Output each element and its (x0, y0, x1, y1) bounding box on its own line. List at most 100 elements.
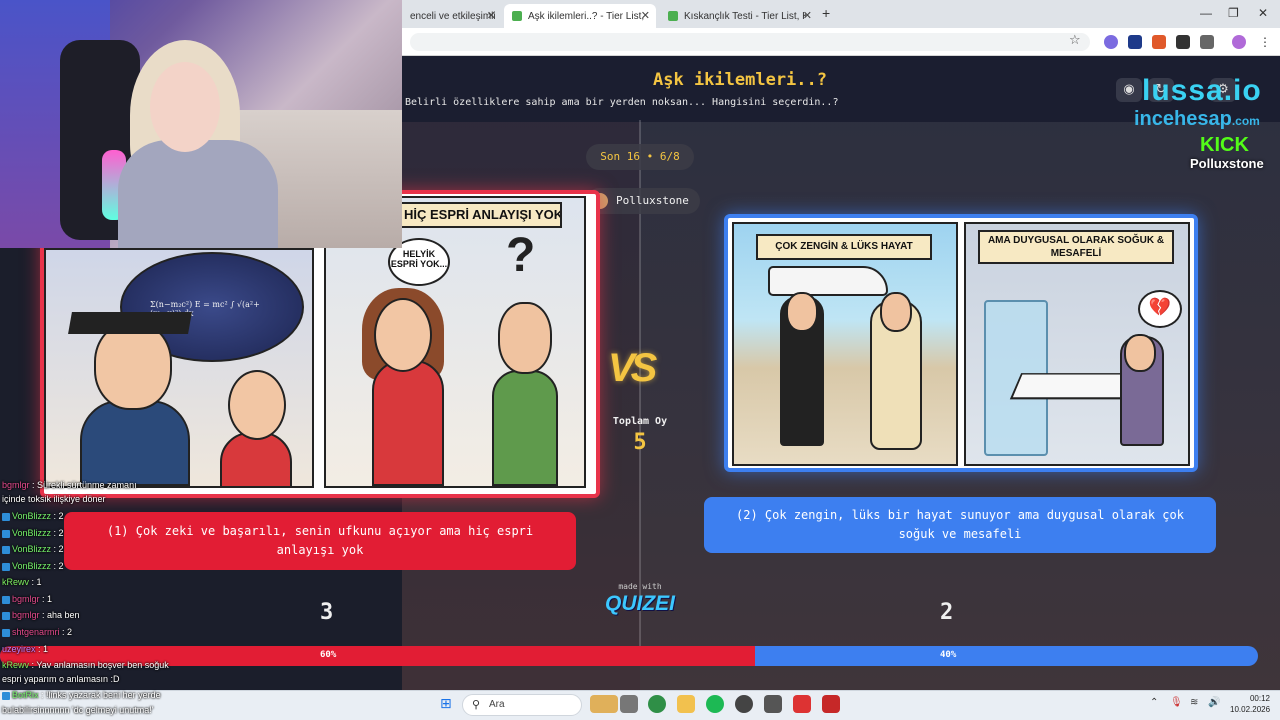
woman-figure-body (372, 360, 444, 486)
chat-line: espri yaparım o anlamasın :D (2, 674, 120, 684)
spotify-icon[interactable] (706, 695, 724, 713)
chat-line: bgmlgr : aha ben (2, 610, 80, 620)
kick-logo: KICK (1200, 134, 1249, 156)
eye-icon[interactable]: ◉ (1116, 78, 1142, 102)
search-icon: ⚲ (472, 698, 481, 711)
yacht-icon (768, 266, 888, 296)
total-votes-label: Toplam Oy (612, 416, 668, 427)
graduation-cap-icon (68, 312, 192, 334)
card-right-banner-1: ÇOK ZENGİN & LÜKS HAYAT (756, 234, 932, 260)
option-right-button[interactable]: (2) Çok zengin, lüks bir hayat sunuyor a… (704, 497, 1216, 553)
maximize-button[interactable]: ❐ (1228, 6, 1239, 20)
app-icon[interactable] (793, 695, 811, 713)
broken-heart-icon: 💔 (1138, 290, 1182, 328)
chat-line: BotRix : !links yazarak beni her yerde (2, 690, 161, 700)
menu-icon[interactable]: ⋮ (1258, 35, 1272, 49)
page-title: Aşk ikilemleri..? (653, 70, 827, 90)
quizei-logo: QUIZEI (604, 592, 675, 615)
new-tab-button[interactable]: + (822, 5, 830, 21)
channel-name: Polluxstone (1190, 156, 1264, 171)
sponsor-logo: incehesap.com (1134, 108, 1260, 131)
chat-line: bulabilirsinnnnnn 'dc gelmeyi unutma!' (2, 705, 154, 715)
close-icon[interactable]: ✕ (487, 9, 496, 22)
obs-icon[interactable] (735, 695, 753, 713)
round-indicator: Son 16 • 6/8 (586, 144, 694, 170)
close-window-button[interactable]: ✕ (1258, 6, 1268, 20)
chat-line: kRewv : Yav anlamasın boşver ben soğuk (2, 660, 169, 670)
microphone-icon[interactable]: 🎙 (1170, 697, 1183, 708)
tab-1[interactable]: enceli ve etkileşimli ✕ (402, 4, 502, 28)
app-icon[interactable] (822, 695, 840, 713)
card-right-banner-2: AMA DUYGUSAL OLARAK SOĞUK & MESAFELİ (978, 230, 1174, 264)
chat-line: VonBlizzz : 2 (2, 561, 64, 571)
card-left-banner: HİÇ ESPRİ ANLAYIŞI YOK (400, 202, 562, 228)
page-subtitle: Belirli özelliklere sahip ama bir yerden… (405, 97, 839, 108)
lussa-logo: lussa.io (1142, 74, 1262, 107)
chat-line: VonBlizzz : 2 (2, 544, 64, 554)
made-with-label: made with (618, 582, 662, 591)
sad-woman-head (1124, 334, 1156, 372)
clock-date: 10.02.2026 (1230, 705, 1271, 714)
webcam-feed (0, 0, 402, 248)
bookmark-star-icon[interactable]: ☆ (1069, 33, 1081, 48)
extension-icon[interactable] (1128, 35, 1142, 49)
extension-icon[interactable] (1152, 35, 1166, 49)
chat-line: içinde toksik ilişkiye döner (2, 494, 106, 504)
wifi-icon[interactable]: ≋ (1190, 697, 1198, 708)
sponsor-domain: .com (1231, 114, 1260, 128)
clock-time: 00:12 (1249, 694, 1270, 703)
chat-overlay: bgmlgr : Sürekli sürtünme zamanı içinde … (0, 476, 200, 690)
question-mark-icon: ? (506, 229, 536, 282)
extension-icon[interactable] (1104, 35, 1118, 49)
task-view-icon[interactable] (620, 695, 638, 713)
vote-percent-left: 60% (320, 650, 337, 660)
tab-favicon-icon (512, 11, 522, 21)
chat-line: uzeyirex : 1 (2, 644, 49, 654)
chat-line: VonBlizzz : 2 (2, 528, 64, 538)
windows-start-icon[interactable]: ⊞ (440, 696, 452, 712)
chat-line: VonBlizzz : 2 (2, 511, 64, 521)
chat-line: bgmlgr : Sürekli sürtünme zamanı (2, 480, 137, 490)
girl-figure-body (220, 432, 292, 488)
clock[interactable]: 00:12 10.02.2026 (1230, 693, 1270, 715)
tab-2[interactable]: Aşk ikilemleri..? - Tier List, Kör S ✕ (504, 4, 656, 28)
chevron-up-icon[interactable]: ⌃ (1150, 697, 1158, 708)
close-icon[interactable]: ✕ (641, 9, 650, 22)
minimize-button[interactable]: — (1200, 6, 1212, 20)
man-figure-body (492, 370, 558, 486)
volume-icon[interactable]: 🔊 (1208, 697, 1220, 708)
sponsor-name: incehesap (1134, 108, 1232, 130)
settings-app-icon[interactable] (764, 695, 782, 713)
taskbar (0, 690, 1280, 720)
widget-icon[interactable] (590, 695, 618, 713)
folder-icon[interactable] (677, 695, 695, 713)
tab-label: Kıskançlık Testi - Tier List, Kör S (684, 10, 806, 22)
tab-favicon-icon (668, 11, 678, 21)
puzzle-icon[interactable] (1200, 35, 1214, 49)
close-icon[interactable]: ✕ (803, 9, 812, 22)
vs-icon: VS (608, 346, 657, 390)
votes-right: 2 (940, 600, 954, 625)
vote-percent-right: 40% (940, 650, 957, 660)
omnibox[interactable] (410, 33, 1090, 51)
bride-figure-head (880, 292, 912, 332)
nerd-figure-body (80, 400, 190, 486)
woman-figure-head (374, 298, 432, 372)
man-figure-head (498, 302, 552, 374)
streamer-body (118, 140, 278, 248)
nerd-figure-head (94, 322, 172, 410)
chat-line: bgmlgr : 1 (2, 594, 52, 604)
streamer-face (150, 62, 220, 152)
chat-line: shtgenarmri : 2 (2, 627, 72, 637)
profile-icon[interactable] (1232, 35, 1246, 49)
tab-label: Aşk ikilemleri..? - Tier List, Kör S (528, 10, 646, 22)
total-votes-value: 5 (633, 430, 647, 455)
votes-left: 3 (320, 600, 334, 625)
chat-line: kRewv : 1 (2, 577, 42, 587)
tab-label: enceli ve etkileşimli (410, 10, 496, 22)
extension-icon[interactable] (1176, 35, 1190, 49)
chrome-icon[interactable] (648, 695, 666, 713)
groom-figure-head (786, 292, 818, 332)
tab-3[interactable]: Kıskançlık Testi - Tier List, Kör S ✕ (660, 4, 818, 28)
girl-figure-head (228, 370, 286, 440)
